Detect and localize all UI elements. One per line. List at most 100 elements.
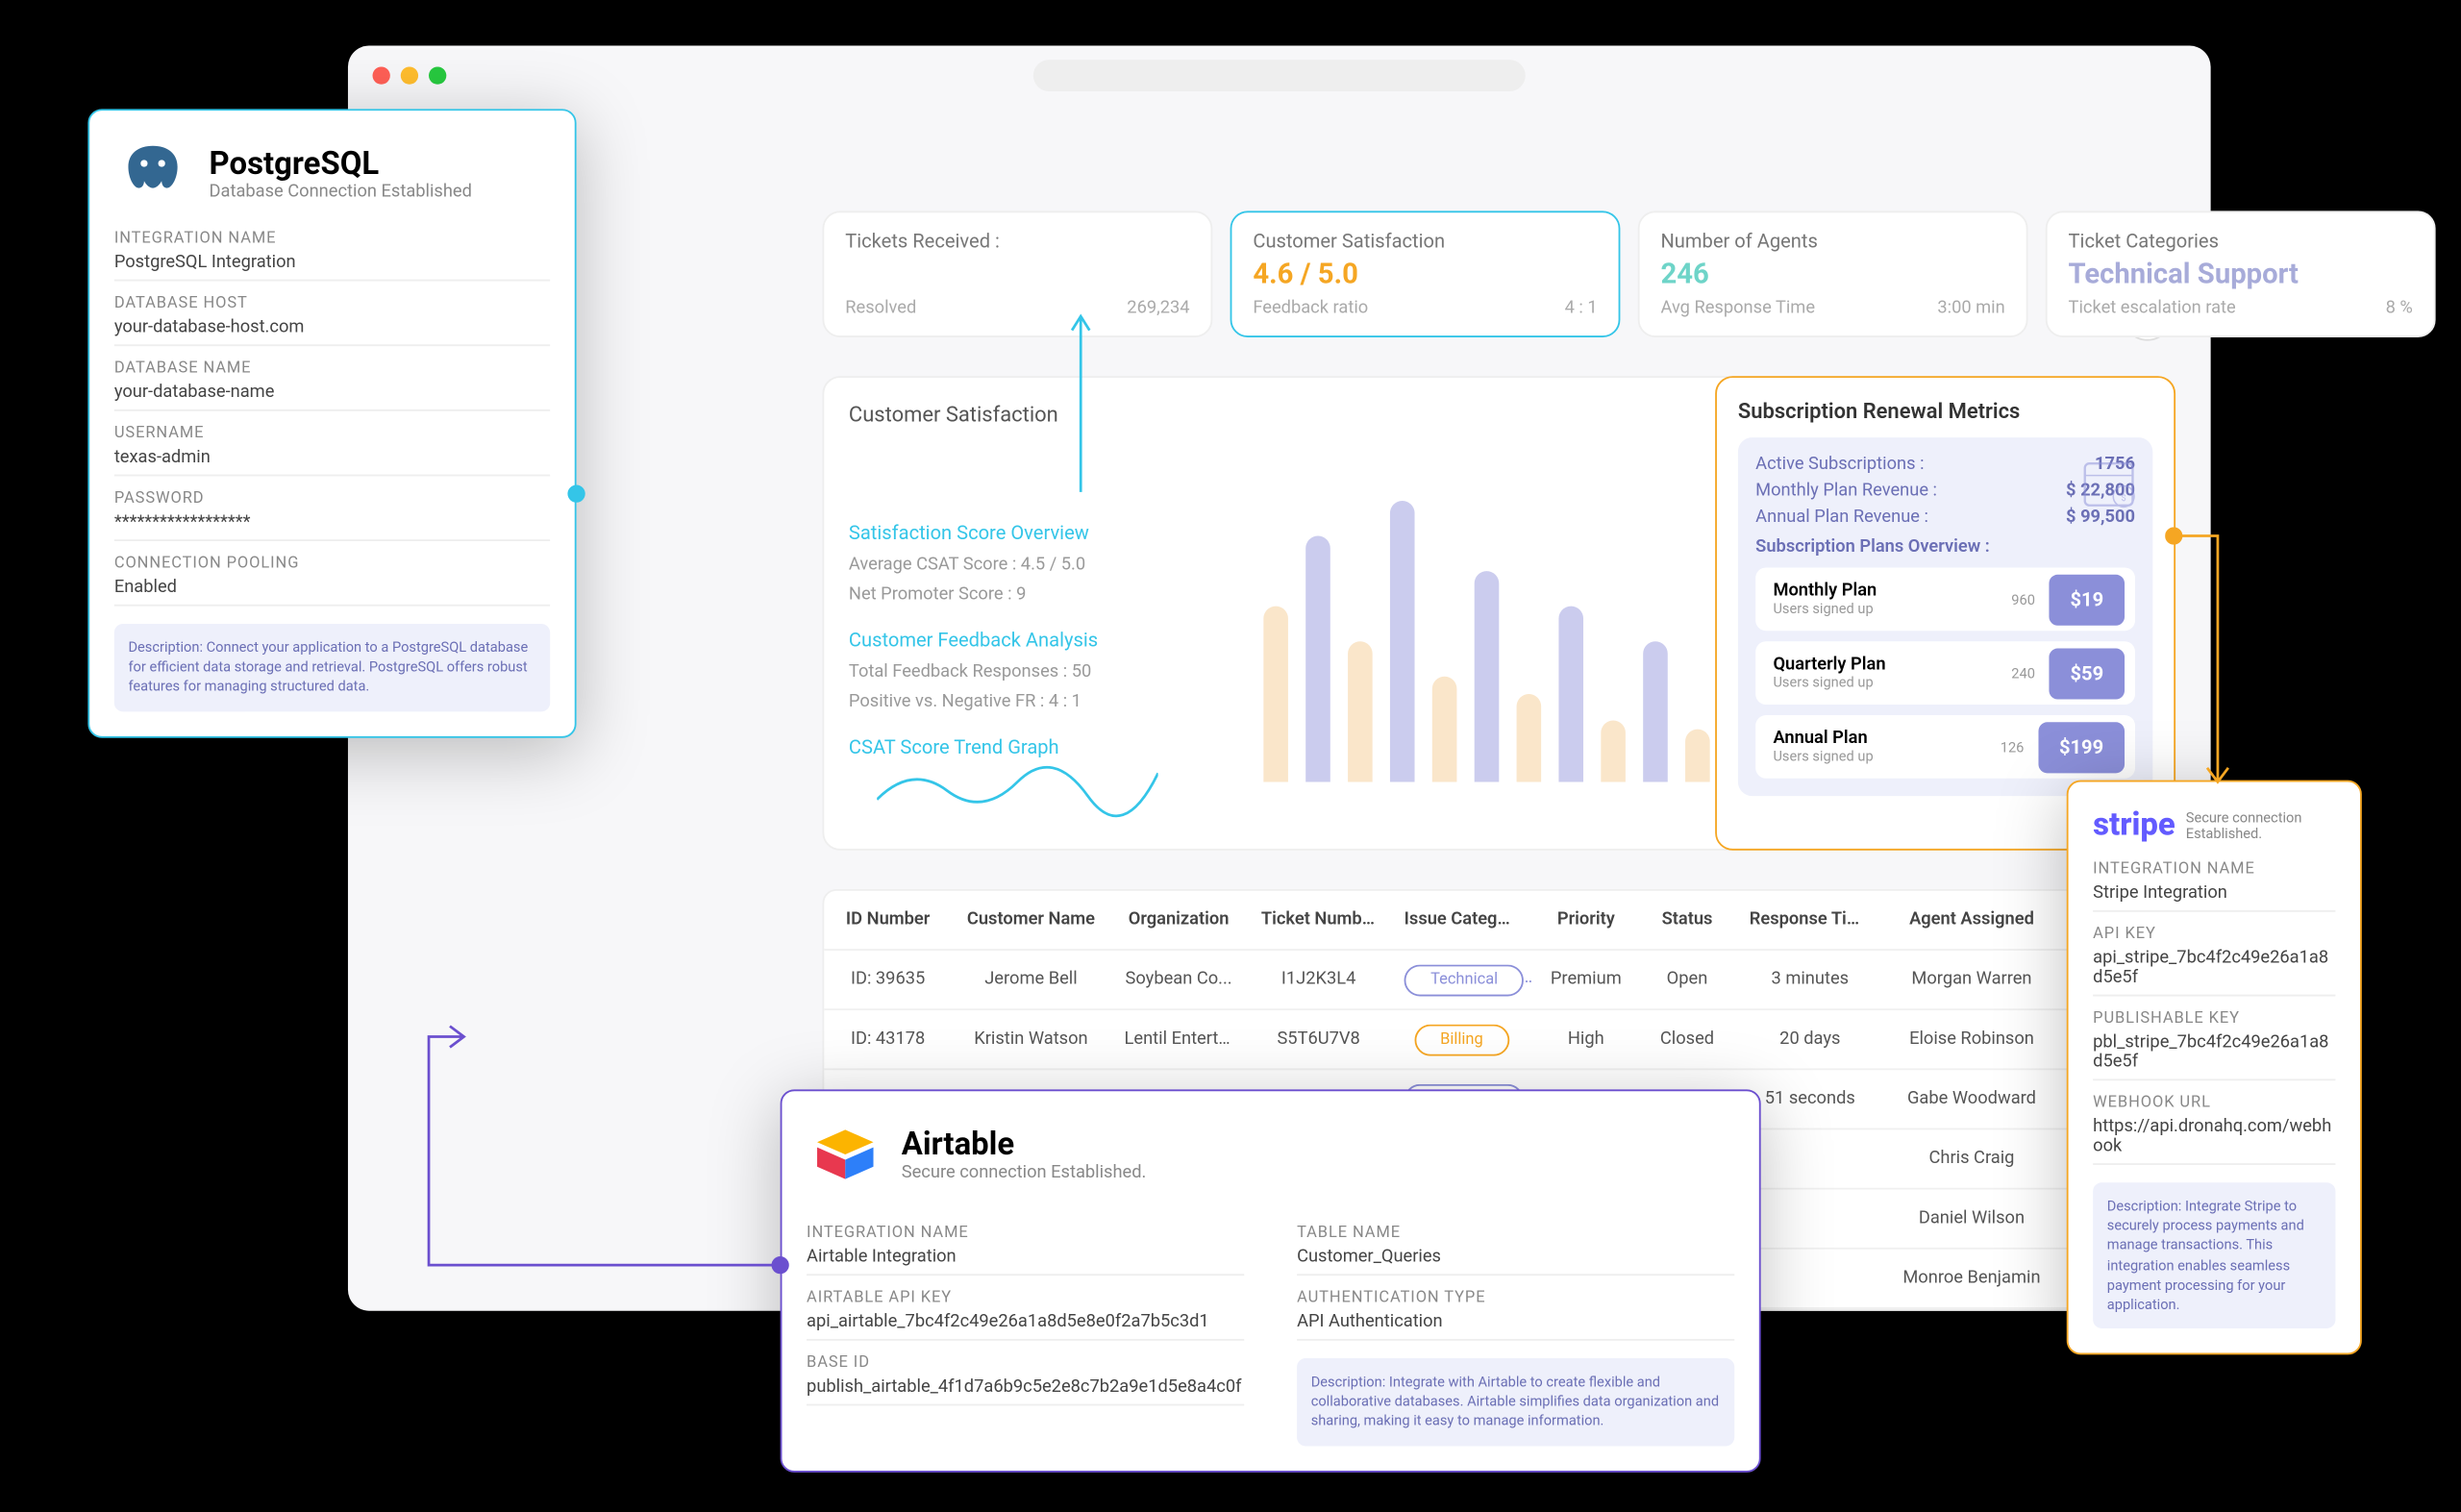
- card-title: Tickets Received :: [845, 230, 1189, 253]
- cell: Lentil Enterta...: [1110, 1029, 1247, 1049]
- at-title: Airtable: [902, 1127, 1147, 1163]
- card-value: Technical Support: [2069, 257, 2413, 290]
- card-br: 269,234: [1127, 299, 1189, 318]
- card-bl: Avg Response Time: [1660, 299, 1815, 318]
- sub-title: Subscription Renewal Metrics: [1738, 399, 2152, 424]
- close-icon[interactable]: [373, 66, 390, 84]
- cell: Daniel Wilson: [1884, 1209, 2058, 1228]
- field-label: INTEGRATION NAME: [114, 230, 550, 247]
- plan-sub: Users signed up: [1773, 675, 2011, 690]
- field-label: WEBHOOK URL: [2093, 1095, 2335, 1112]
- bar: [1517, 694, 1542, 781]
- category-pill: Technical: [1405, 964, 1525, 996]
- minimize-icon[interactable]: [401, 66, 418, 84]
- metric-card-2[interactable]: Number of Agents246Avg Response Time3:00…: [1638, 211, 2028, 337]
- field: PUBLISHABLE KEY pbl_stripe_7bc4f2c49e26a1…: [2093, 1010, 2335, 1080]
- cell: ID: 39635: [824, 970, 952, 989]
- field-value: https://api.dronahq.com/webhook: [2093, 1118, 2335, 1156]
- col-header[interactable]: Issue Category: [1390, 910, 1533, 930]
- card-br: 3:00 min: [1937, 299, 2004, 318]
- card-title: Number of Agents: [1660, 230, 2004, 253]
- bar: [1390, 501, 1415, 781]
- field: DATABASE HOST your-database-host.com: [114, 295, 550, 346]
- cell: Chris Craig: [1884, 1150, 2058, 1169]
- airtable-popup: AirtableSecure connection Established. I…: [781, 1089, 1761, 1472]
- cell: High: [1533, 1029, 1639, 1049]
- bar: [1558, 607, 1583, 782]
- col-header[interactable]: Agent Assigned: [1884, 910, 2058, 930]
- metric-card-3[interactable]: Ticket Categories Technical Support Ticket…: [2046, 211, 2436, 337]
- field: INTEGRATION NAMEAirtable Integration: [807, 1225, 1244, 1276]
- plan-row[interactable]: Monthly PlanUsers signed up960$19: [1755, 567, 2135, 631]
- stripe-icon: stripe: [2093, 806, 2175, 843]
- cell: ID: 43178: [824, 1029, 952, 1049]
- pg-title: PostgreSQL: [210, 146, 472, 183]
- plan-sub: Users signed up: [1773, 749, 2000, 764]
- field-value: PostgreSQL Integration: [114, 253, 550, 272]
- cell: Closed: [1639, 1029, 1735, 1049]
- card-bl: Resolved: [845, 299, 916, 318]
- col-header[interactable]: Ticket Number: [1247, 910, 1390, 930]
- url-bar[interactable]: [1033, 60, 1526, 91]
- col-header[interactable]: Customer Name: [952, 910, 1110, 930]
- field-value: pbl_stripe_7bc4f2c49e26a1a8d5e5f: [2093, 1033, 2335, 1072]
- col-header[interactable]: ID Number: [824, 910, 952, 930]
- field-value: API Authentication: [1297, 1313, 1734, 1332]
- cell: Soybean Co...: [1110, 970, 1247, 989]
- table-row[interactable]: ID: 39635Jerome BellSoybean Co...I1J2K3L…: [824, 951, 2174, 1010]
- field: TABLE NAME Customer_Queries: [1297, 1225, 1734, 1276]
- cell: Kristin Watson: [952, 1029, 1110, 1049]
- maximize-icon[interactable]: [429, 66, 446, 84]
- plan-name: Quarterly Plan: [1773, 656, 2011, 675]
- col-header[interactable]: Organization: [1110, 910, 1247, 930]
- plan-name: Annual Plan: [1773, 730, 2000, 749]
- field: DATABASE NAMEyour-database-name: [114, 360, 550, 411]
- col-header[interactable]: Status: [1639, 910, 1735, 930]
- card-title: Ticket Categories: [2069, 230, 2413, 253]
- field-label: AIRTABLE API KEY: [807, 1290, 1244, 1307]
- field: API KEYapi_stripe_7bc4f2c49e26a1a8d5e5f: [2093, 926, 2335, 996]
- bar: [1432, 677, 1457, 782]
- card-title: Customer Satisfaction: [1253, 230, 1597, 253]
- field: INTEGRATION NAMEStripe Integration: [2093, 861, 2335, 912]
- field-value: api_airtable_7bc4f2c49e26a1a8d5e8e0f2a7b…: [807, 1313, 1244, 1332]
- plan-sub: Users signed up: [1773, 601, 2011, 616]
- metric-card-1[interactable]: Customer Satisfaction4.6 / 5.0Feedback r…: [1230, 211, 1621, 337]
- field-label: TABLE NAME: [1297, 1225, 1734, 1242]
- bar: [1305, 536, 1330, 782]
- plan-count: 960: [2011, 591, 2035, 607]
- trend-line-icon: [877, 747, 1157, 834]
- card-value: 4.6 / 5.0: [1253, 257, 1597, 290]
- field-label: INTEGRATION NAME: [2093, 861, 2335, 879]
- col-header[interactable]: Response Time: [1735, 910, 1884, 930]
- plans-overview: Subscription Plans Overview :: [1755, 537, 2135, 557]
- field-value: texas-admin: [114, 448, 550, 467]
- field-label: INTEGRATION NAME: [807, 1225, 1244, 1242]
- at-subtitle: Secure connection Established.: [902, 1163, 1147, 1182]
- col-header[interactable]: Priority: [1533, 910, 1639, 930]
- field-value: your-database-host.com: [114, 318, 550, 337]
- metric-card-0[interactable]: Tickets Received : Resolved 269,234: [823, 211, 1213, 337]
- card-bl: Ticket escalation rate: [2069, 299, 2236, 318]
- plan-row[interactable]: Quarterly PlanUsers signed up240$59: [1755, 641, 2135, 705]
- pg-subtitle: Database Connection Established: [210, 183, 472, 202]
- card-br: 8 %: [2386, 299, 2413, 318]
- field: AIRTABLE API KEY api_airtable_7bc4f2c49e2…: [807, 1290, 1244, 1341]
- field-value: your-database-name: [114, 384, 550, 403]
- cell: 20 days: [1735, 1029, 1884, 1049]
- svg-text:$: $: [2122, 493, 2126, 504]
- field: PASSWORD******************: [114, 490, 550, 541]
- field-label: DATABASE HOST: [114, 295, 550, 312]
- field-label: PUBLISHABLE KEY: [2093, 1010, 2335, 1028]
- field: USERNAME texas-admin: [114, 425, 550, 476]
- field-label: USERNAME: [114, 425, 550, 442]
- table-row[interactable]: ID: 43178Kristin WatsonLentil Enterta...…: [824, 1010, 2174, 1070]
- field-label: AUTHENTICATION TYPE: [1297, 1290, 1734, 1307]
- sub-metrics-box: $ Active Subscriptions :1756 Monthly Pla…: [1738, 437, 2152, 796]
- bar: [1685, 730, 1710, 782]
- cell: I1J2K3L4: [1247, 970, 1390, 989]
- field-value: Enabled: [114, 578, 550, 597]
- cell: 3 minutes: [1735, 970, 1884, 989]
- field-value: Customer_Queries: [1297, 1248, 1734, 1267]
- plan-row[interactable]: Annual PlanUsers signed up126$199: [1755, 715, 2135, 779]
